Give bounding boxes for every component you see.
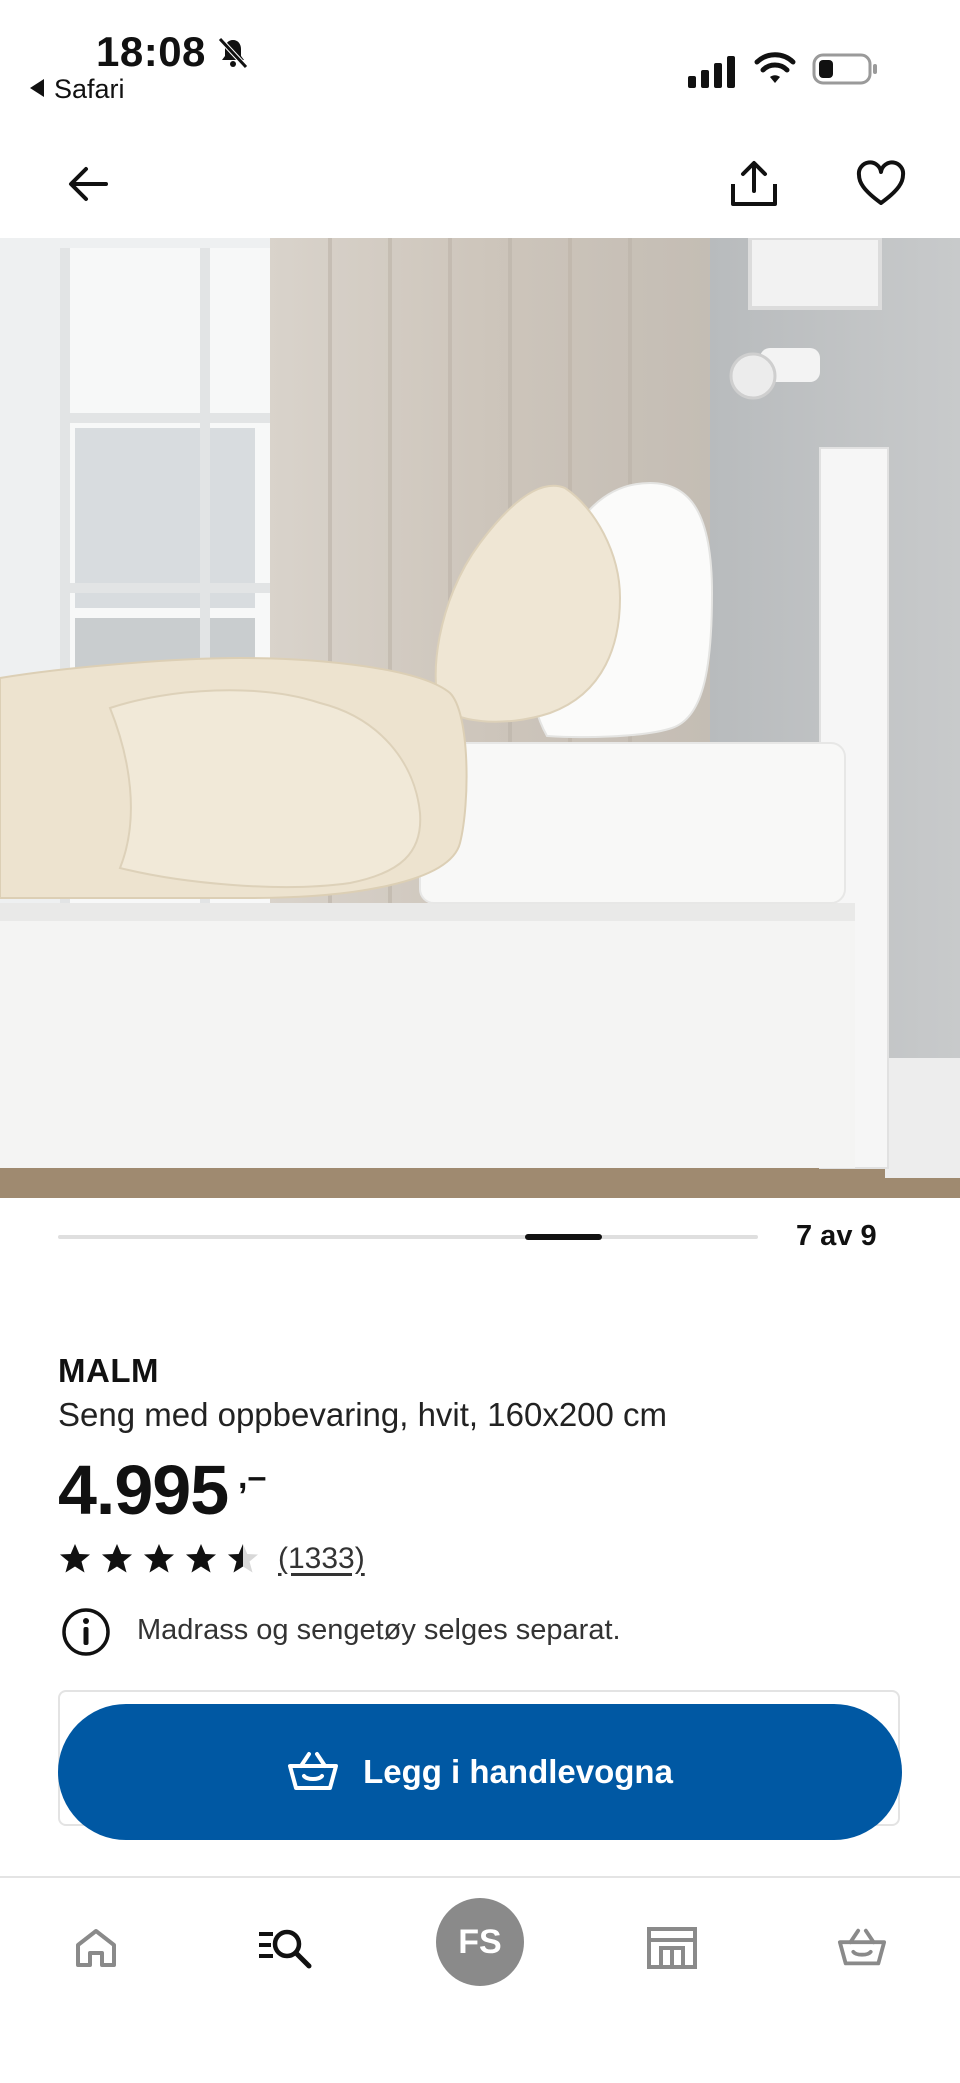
- cellular-signal-icon: [688, 56, 735, 88]
- battery-icon: [812, 53, 877, 85]
- heart-icon[interactable]: [855, 158, 907, 210]
- status-time: 18:08: [96, 28, 206, 75]
- bed-illustration: [0, 238, 960, 1198]
- star-icon: [228, 1544, 258, 1573]
- product-price-suffix: ,–: [238, 1458, 267, 1496]
- star-icon: [102, 1544, 132, 1573]
- add-to-cart-label: Legg i handlevogna: [363, 1753, 673, 1790]
- product-image[interactable]: [0, 238, 960, 1198]
- reviews-count-link[interactable]: (1333): [278, 1542, 365, 1576]
- profile-initials: FS: [458, 1922, 502, 1961]
- share-icon[interactable]: [728, 158, 780, 210]
- store-icon: [647, 1927, 697, 1969]
- tab-search[interactable]: [256, 1918, 316, 1978]
- basket-icon: [837, 1928, 887, 1966]
- tab-cart[interactable]: [832, 1918, 892, 1978]
- info-icon: [62, 1608, 110, 1656]
- product-price: 4.995: [58, 1451, 229, 1529]
- home-icon: [76, 1929, 116, 1967]
- star-icon: [144, 1544, 174, 1573]
- back-to-safari-link[interactable]: Safari: [30, 74, 125, 105]
- back-app-label: Safari: [54, 74, 125, 104]
- profile-avatar[interactable]: FS: [436, 1898, 524, 1986]
- add-to-cart-button[interactable]: Legg i handlevogna: [58, 1704, 902, 1840]
- product-name: MALM: [58, 1352, 159, 1389]
- back-arrow-icon[interactable]: [62, 158, 114, 210]
- bell-muted-icon: [218, 37, 248, 69]
- tab-stores[interactable]: [642, 1918, 702, 1978]
- gallery-progress-track: [58, 1234, 758, 1240]
- product-description: Seng med oppbevaring, hvit, 160x200 cm: [58, 1396, 668, 1433]
- gallery-counter: 7 av 9: [796, 1220, 877, 1252]
- star-icon: [186, 1544, 216, 1573]
- gallery-progress-thumb: [524, 1234, 603, 1240]
- rating-stars[interactable]: [58, 1542, 260, 1576]
- bottom-tab-bar: FS: [0, 1876, 960, 2083]
- product-info-note: Madrass og sengetøy selges separat.: [137, 1614, 621, 1646]
- tab-home[interactable]: [66, 1918, 126, 1978]
- search-icon: [259, 1929, 312, 1969]
- back-triangle-icon: [30, 79, 44, 97]
- basket-icon: [288, 1752, 339, 1790]
- wifi-icon: [754, 52, 796, 83]
- star-icon: [60, 1544, 90, 1573]
